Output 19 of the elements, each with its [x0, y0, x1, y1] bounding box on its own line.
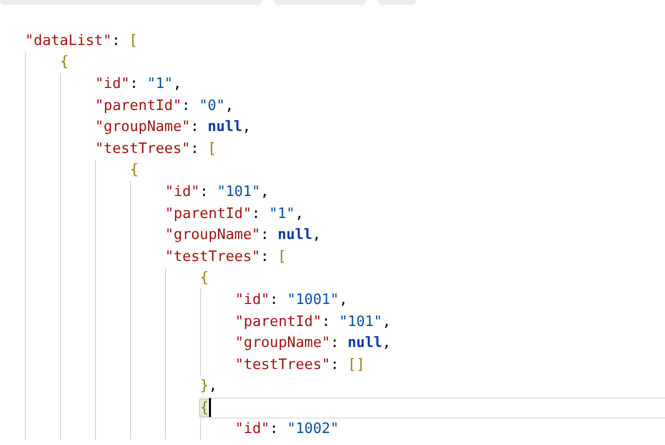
code-line: },	[200, 377, 218, 396]
code-line: "testTrees": []	[235, 356, 365, 374]
text-cursor	[208, 398, 211, 418]
code-line: "parentId": "0",	[95, 96, 234, 115]
code-line: "groupName": null,	[95, 118, 251, 136]
code-line: "id": "101",	[165, 182, 269, 201]
code-line: "groupName": null,	[235, 334, 391, 352]
code-line: "testTrees": [	[165, 248, 286, 266]
code-line: "testTrees": [	[95, 140, 216, 158]
code-line: {	[200, 269, 209, 288]
code-line: "id": "1002"	[235, 420, 339, 438]
code-line: "groupName": null,	[165, 226, 321, 244]
code-line: "parentId": "1",	[165, 204, 304, 223]
code-line: "id": "1001",	[235, 290, 348, 309]
code-line: "dataList": [	[25, 32, 138, 50]
code-line: {	[60, 53, 69, 72]
code-line: "id": "1",	[95, 74, 182, 93]
code-line: "parentId": "101",	[235, 312, 391, 331]
code-line: {	[130, 161, 139, 180]
